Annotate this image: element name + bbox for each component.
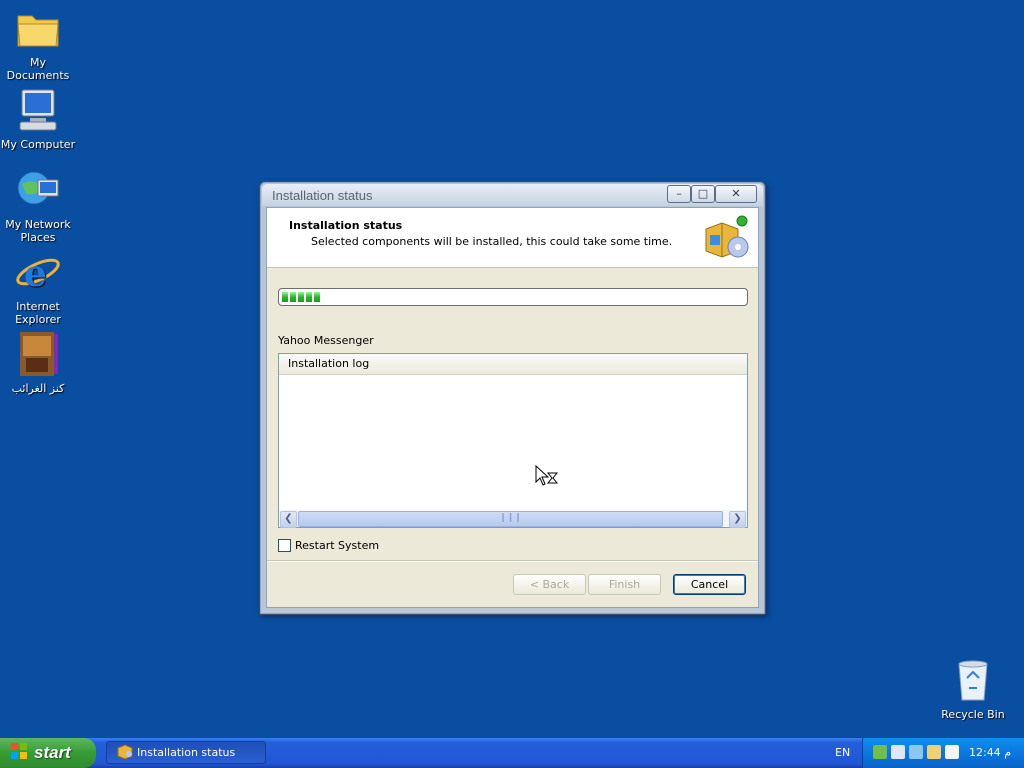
desktop-icon-label: My Documents (6, 56, 70, 82)
dialog-body: Installation status Selected components … (266, 207, 759, 608)
tray-network-icon[interactable] (873, 745, 887, 759)
start-label: start (34, 743, 71, 762)
header-subtitle: Selected components will be installed, t… (311, 235, 673, 248)
chevron-left-icon: ❮ (284, 513, 293, 524)
computer-icon (14, 86, 62, 134)
restart-system-option[interactable]: Restart System (278, 539, 379, 552)
desktop-icon-label: كنز الغرائب (11, 382, 65, 395)
progress-segment (290, 292, 296, 302)
tray-flag-icon[interactable] (945, 745, 959, 759)
desktop-icon-recycle-bin[interactable]: Recycle Bin (935, 656, 1011, 721)
desktop-icon-my-computer[interactable]: My Computer (0, 86, 76, 151)
system-tray: 12:44 م (862, 738, 1024, 768)
desktop-icon-label: Internet Explorer (15, 300, 61, 326)
installation-log[interactable]: Installation log ❮ ❙❙❙ ❯ (278, 353, 748, 528)
tray-app-icon[interactable] (891, 745, 905, 759)
clock[interactable]: 12:44 م (969, 746, 1011, 759)
taskbar: start Installation status EN 12:44 م (0, 738, 1024, 768)
progress-segment (314, 292, 320, 302)
recycle-bin-icon (949, 656, 997, 704)
tray-display-icon[interactable] (909, 745, 923, 759)
busy-cursor-icon (535, 464, 559, 492)
maximize-button[interactable]: □ (691, 185, 715, 203)
desktop-icon-label: Recycle Bin (941, 708, 1005, 721)
back-button[interactable]: < Back (513, 574, 586, 595)
chevron-right-icon: ❯ (733, 513, 742, 524)
header-title: Installation status (289, 219, 403, 232)
finish-button[interactable]: Finish (588, 574, 661, 595)
installer-icon (117, 743, 133, 762)
scroll-thumb[interactable]: ❙❙❙ (298, 511, 723, 527)
setup-box-icon (702, 213, 750, 261)
scroll-left-button[interactable]: ❮ (280, 511, 297, 528)
grip-icon: ❙❙❙ (499, 513, 522, 523)
restart-system-label: Restart System (295, 539, 380, 552)
close-icon: ✕ (731, 187, 741, 200)
dialog-header: Installation status Selected components … (267, 208, 758, 268)
network-icon (14, 166, 62, 214)
desktop-icon-label: My Network Places (5, 218, 71, 244)
scroll-right-button[interactable]: ❯ (729, 511, 746, 528)
windows-logo-icon (10, 742, 28, 765)
svg-text:e: e (24, 253, 47, 295)
minimize-button[interactable]: – (667, 185, 691, 203)
desktop-icon-label: My Computer (0, 138, 76, 151)
desktop-icon-my-network-places[interactable]: My Network Places (0, 166, 76, 244)
cancel-button[interactable]: Cancel (673, 574, 746, 595)
desktop-icon-internet-explorer[interactable]: e Internet Explorer (0, 248, 76, 326)
maximize-icon: □ (697, 187, 709, 200)
minimize-icon: – (676, 187, 682, 200)
window-title: Installation status (272, 188, 373, 203)
button-separator (267, 560, 758, 562)
progress-segment (306, 292, 312, 302)
taskbar-item-installation-status[interactable]: Installation status (106, 741, 266, 764)
close-button[interactable]: ✕ (715, 185, 757, 203)
taskbar-item-label: Installation status (137, 746, 236, 759)
title-bar[interactable]: Installation status – □ ✕ (262, 184, 763, 206)
restart-system-checkbox[interactable] (278, 539, 291, 552)
start-button[interactable]: start (0, 738, 96, 768)
progress-segment (282, 292, 288, 302)
language-indicator[interactable]: EN (835, 746, 850, 759)
progress-fill (282, 292, 320, 302)
progress-segment (298, 292, 304, 302)
desktop-icon-treasures[interactable]: كنز الغرائب (0, 330, 76, 395)
installer-window: Installation status – □ ✕ Installation s… (259, 181, 766, 615)
book-cover-icon (14, 330, 62, 378)
install-progress-bar (278, 288, 748, 306)
internet-explorer-icon: e (14, 248, 62, 296)
horizontal-scrollbar[interactable]: ❮ ❙❙❙ ❯ (279, 510, 747, 528)
tray-tool-icon[interactable] (927, 745, 941, 759)
log-column-header[interactable]: Installation log (279, 354, 747, 375)
current-component-label: Yahoo Messenger (278, 334, 374, 347)
folder-icon (14, 4, 62, 52)
desktop-icon-my-documents[interactable]: My Documents (0, 4, 76, 82)
